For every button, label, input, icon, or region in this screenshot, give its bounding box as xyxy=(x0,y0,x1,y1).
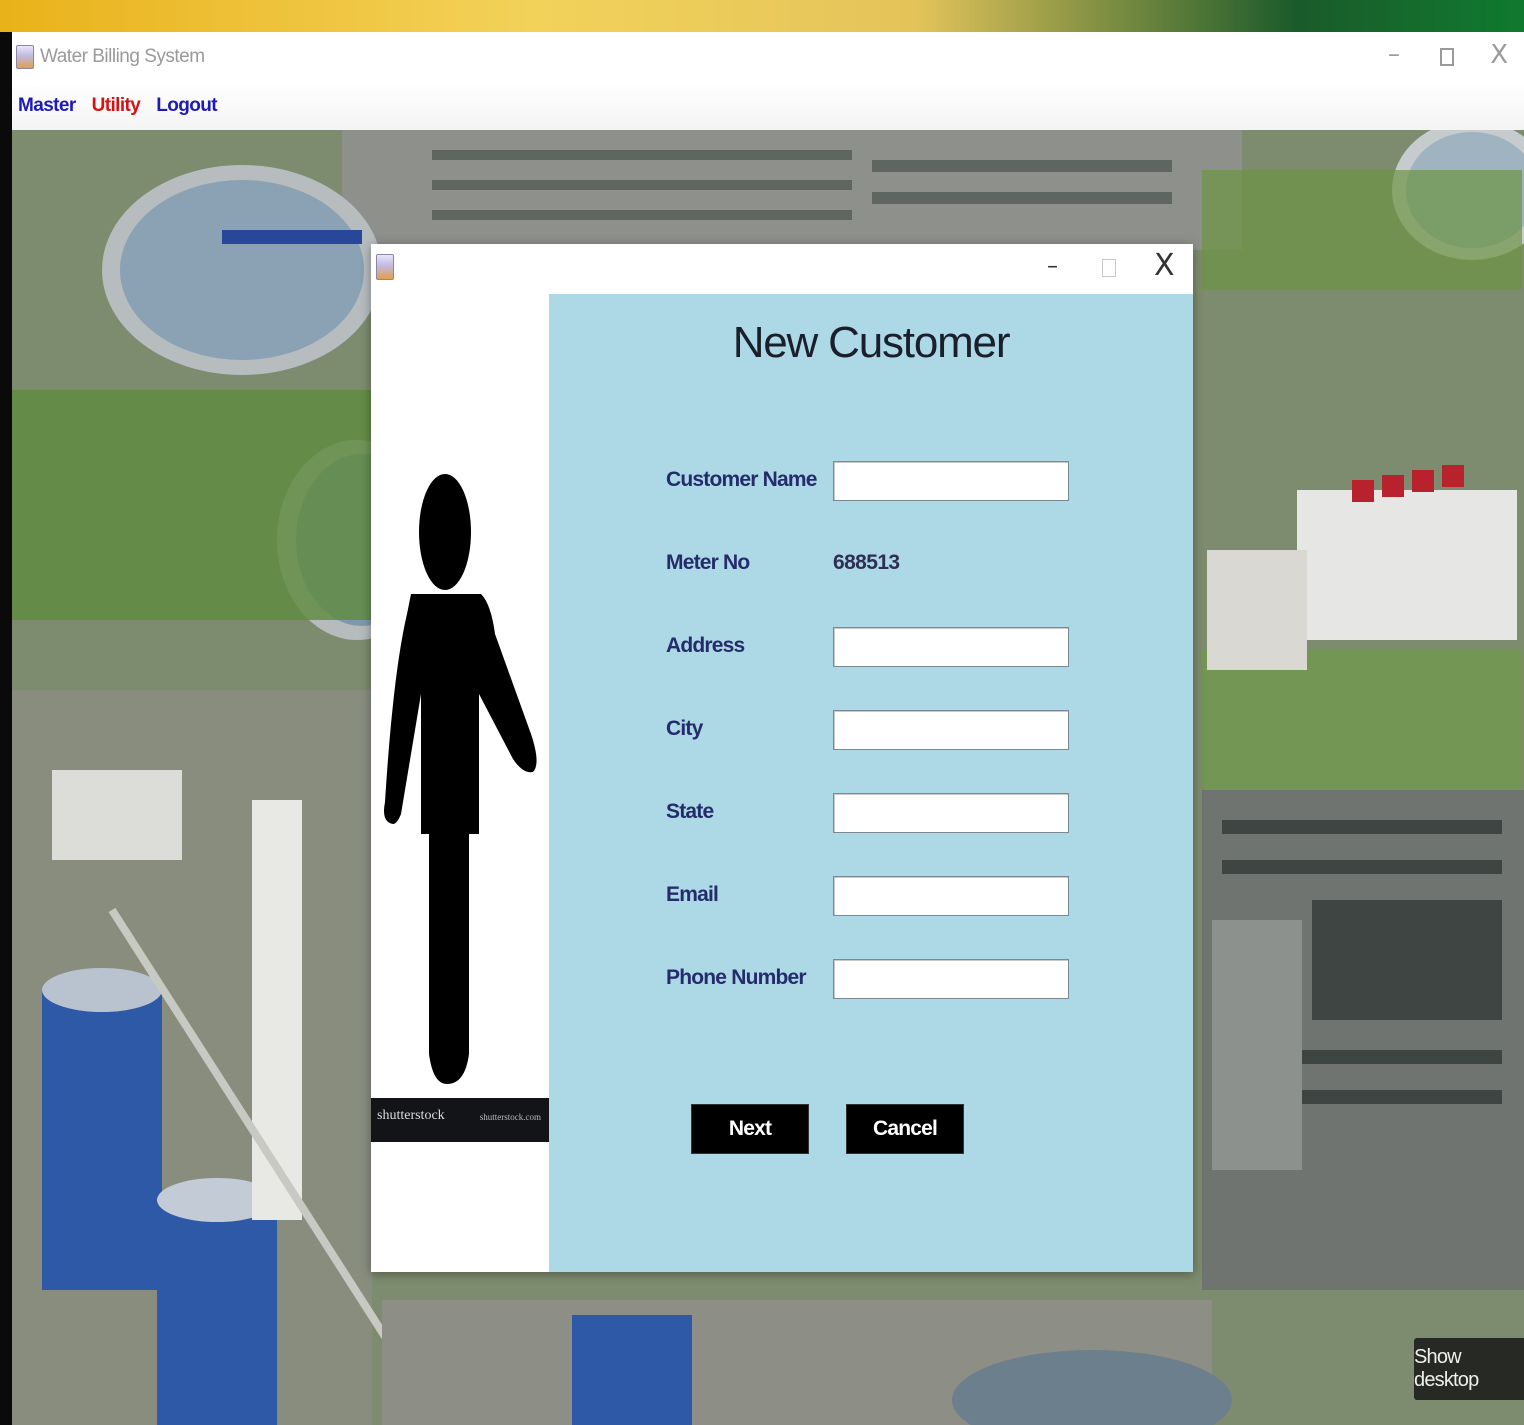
watermark-left: shutterstock xyxy=(377,1108,445,1123)
stock-watermark-bar: shutterstock shutterstock.com xyxy=(371,1098,549,1142)
app-title: Water Billing System xyxy=(40,46,205,67)
phone-number-input[interactable] xyxy=(833,959,1069,999)
show-desktop-button[interactable]: Show desktop xyxy=(1414,1338,1524,1400)
state-label: State xyxy=(666,800,714,823)
phone-number-label: Phone Number xyxy=(666,966,807,989)
state-input[interactable] xyxy=(833,793,1069,833)
menu-logout[interactable]: Logout xyxy=(156,95,217,117)
customer-image-panel: shutterstock shutterstock.com xyxy=(371,294,549,1272)
java-app-icon xyxy=(16,45,34,69)
app-titlebar: Water Billing System – X xyxy=(12,32,1524,82)
meter-no-label: Meter No xyxy=(666,551,750,574)
maximize-button[interactable] xyxy=(1440,48,1454,66)
close-button[interactable]: X xyxy=(1490,40,1508,70)
address-input[interactable] xyxy=(833,627,1069,667)
cancel-button[interactable]: Cancel xyxy=(846,1104,964,1154)
email-input[interactable] xyxy=(833,876,1069,916)
dialog-minimize-button[interactable]: – xyxy=(1047,254,1058,279)
customer-form-panel: New Customer Customer Name Meter No 6885… xyxy=(549,294,1193,1272)
city-label: City xyxy=(666,717,703,740)
screen-left-edge xyxy=(0,32,12,1425)
city-input[interactable] xyxy=(833,710,1069,750)
dialog-close-button[interactable]: X xyxy=(1154,248,1175,283)
menu-utility[interactable]: Utility xyxy=(92,95,141,117)
meter-no-value: 688513 xyxy=(833,551,900,574)
decorative-top-band xyxy=(0,0,1524,32)
form-title: New Customer xyxy=(732,318,1011,367)
menu-master[interactable]: Master xyxy=(18,95,76,117)
customer-name-input[interactable] xyxy=(833,461,1069,501)
dialog-titlebar: – X xyxy=(371,244,1193,294)
new-customer-dialog: – X shutterstock shutterstock.com New Cu… xyxy=(371,244,1193,1272)
java-app-icon xyxy=(376,254,394,280)
address-label: Address xyxy=(666,634,745,657)
next-button[interactable]: Next xyxy=(691,1104,809,1154)
dialog-maximize-button[interactable] xyxy=(1102,259,1116,277)
email-label: Email xyxy=(666,883,719,906)
watermark-right: shutterstock.com xyxy=(479,1112,541,1122)
menu-bar: Master Utility Logout xyxy=(12,82,1524,130)
customer-name-label: Customer Name xyxy=(666,468,817,491)
minimize-button[interactable]: – xyxy=(1388,40,1400,68)
person-silhouette-icon xyxy=(384,474,537,1084)
